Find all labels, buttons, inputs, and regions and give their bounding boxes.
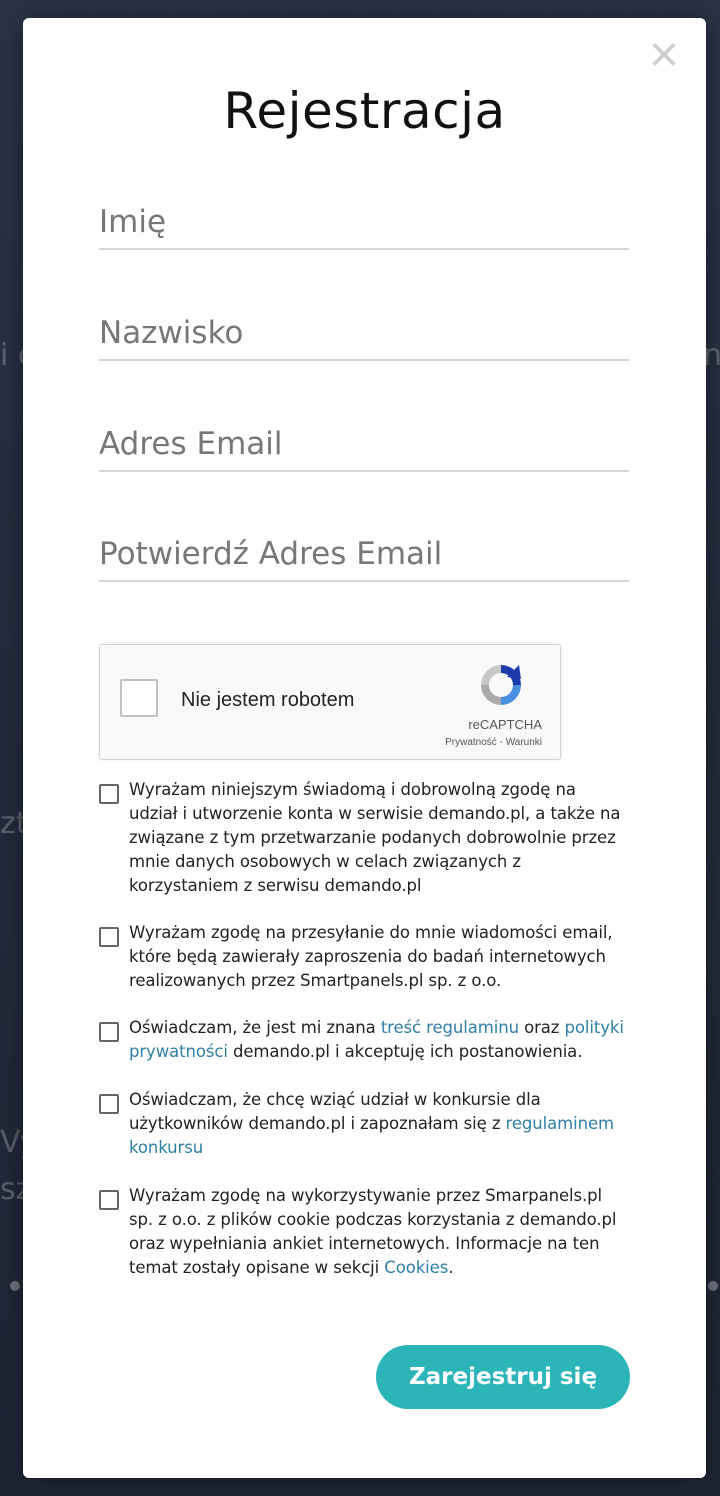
- modal-title: Rejestracja: [223, 82, 506, 140]
- recaptcha-link-separator: -: [496, 737, 506, 748]
- cookies-link[interactable]: Cookies: [384, 1258, 448, 1277]
- recaptcha-widget: Nie jestem robotem reCAPTCHA Prywatność …: [99, 644, 561, 760]
- consent-terms-text-1: Oświadczam, że jest mi znana: [129, 1018, 381, 1037]
- consent-cookies-text-1: Wyrażam zgodę na wykorzystywanie przez S…: [129, 1186, 617, 1277]
- registration-modal: ✕ Rejestracja Nie jestem robotem reCAPTC…: [23, 18, 706, 1478]
- register-button[interactable]: Zarejestruj się: [376, 1345, 630, 1409]
- consent-terms-checkbox[interactable]: [99, 1022, 119, 1042]
- consent-email-text: Wyrażam zgodę na przesyłanie do mnie wia…: [129, 923, 613, 990]
- consent-contest-text-1: Oświadczam, że chcę wziąć udział w konku…: [129, 1090, 541, 1133]
- recaptcha-logo-icon: [481, 665, 521, 705]
- consent-terms-text-2: oraz: [518, 1018, 565, 1037]
- background-dot: [708, 1281, 718, 1291]
- recaptcha-privacy-link[interactable]: Prywatność: [445, 737, 497, 748]
- consent-cookies-text: Wyrażam zgodę na wykorzystywanie przez S…: [129, 1184, 629, 1280]
- recaptcha-links: Prywatność - Warunki: [445, 737, 542, 748]
- consent-account-checkbox[interactable]: [99, 784, 119, 804]
- email-input[interactable]: [99, 418, 629, 472]
- consent-terms-text: Oświadczam, że jest mi znana treść regul…: [129, 1016, 629, 1064]
- consent-terms-text-3: demando.pl i akceptuję ich postanowienia…: [227, 1042, 583, 1061]
- background-dot: [10, 1281, 20, 1291]
- recaptcha-checkbox[interactable]: [120, 679, 158, 717]
- recaptcha-brand: reCAPTCHA: [468, 717, 542, 732]
- first-name-input[interactable]: [99, 196, 629, 250]
- recaptcha-label: Nie jestem robotem: [181, 689, 355, 711]
- recaptcha-terms-link[interactable]: Warunki: [506, 737, 542, 748]
- close-icon[interactable]: ✕: [646, 36, 682, 76]
- consent-cookies: Wyrażam zgodę na wykorzystywanie przez S…: [99, 1184, 629, 1280]
- consent-contest: Oświadczam, że chcę wziąć udział w konku…: [99, 1088, 629, 1160]
- consent-email: Wyrażam zgodę na przesyłanie do mnie wia…: [99, 921, 629, 993]
- consent-account: Wyrażam niniejszym świadomą i dobrowolną…: [99, 778, 629, 898]
- consent-cookies-text-2: .: [448, 1258, 454, 1277]
- consent-account-text: Wyrażam niniejszym świadomą i dobrowolną…: [129, 780, 621, 895]
- consent-email-checkbox[interactable]: [99, 927, 119, 947]
- consent-terms: Oświadczam, że jest mi znana treść regul…: [99, 1016, 629, 1064]
- last-name-input[interactable]: [99, 307, 629, 361]
- email-confirm-input[interactable]: [99, 528, 629, 582]
- consent-contest-checkbox[interactable]: [99, 1094, 119, 1114]
- terms-link[interactable]: treść regulaminu: [381, 1018, 519, 1037]
- consent-cookies-checkbox[interactable]: [99, 1190, 119, 1210]
- consent-contest-text: Oświadczam, że chcę wziąć udział w konku…: [129, 1088, 629, 1160]
